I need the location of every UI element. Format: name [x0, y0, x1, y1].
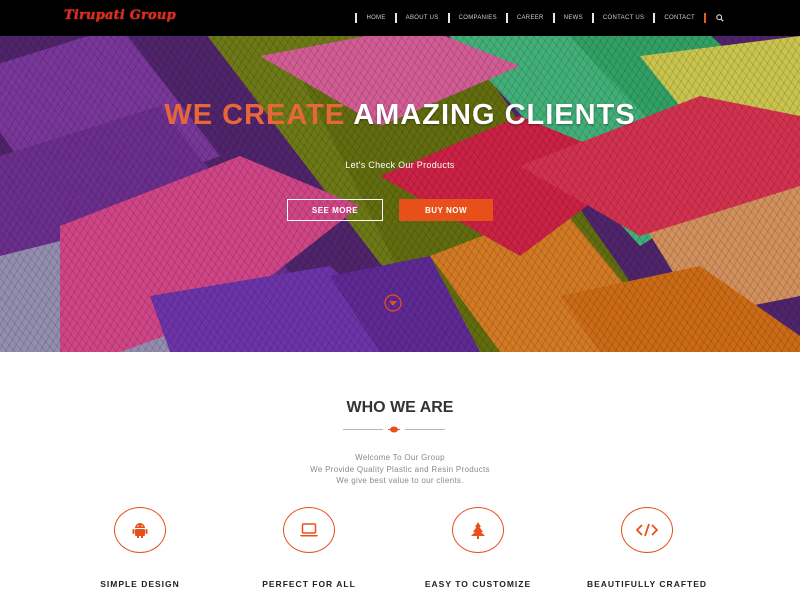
feature-icon-circle [452, 507, 504, 553]
nav-item-contact[interactable]: CONTACT [655, 15, 704, 21]
welcome-text: Welcome To Our Group We Provide Quality … [0, 452, 800, 487]
feature-label: PERFECT FOR ALL [262, 579, 356, 589]
divider-dot-icon [388, 426, 400, 433]
android-icon [132, 523, 148, 538]
welcome-line: We give best value to our clients. [336, 476, 464, 485]
feature-icon-circle [114, 507, 166, 553]
nav-separator-accent [704, 13, 706, 23]
buy-now-button[interactable]: BUY NOW [399, 199, 493, 221]
hero-banner: WE CREATE AMAZING CLIENTS Let's Check Ou… [0, 36, 800, 352]
feature-beautifully-crafted[interactable]: BEAUTIFULLY CRAFTED [567, 507, 727, 589]
feature-label: BEAUTIFULLY CRAFTED [586, 579, 708, 589]
feature-icon-circle [283, 507, 335, 553]
hero-title-accent: WE CREATE [164, 99, 346, 131]
top-navbar: Tirupati Group HOME ABOUT US COMPANIES C… [0, 0, 800, 36]
nav-item-contact-us[interactable]: CONTACT US [594, 15, 653, 21]
feature-label: EASY TO CUSTOMIZE [424, 579, 532, 589]
brand-logo[interactable]: Tirupati Group [64, 8, 176, 23]
nav-item-news[interactable]: NEWS [555, 15, 592, 21]
laptop-icon [300, 523, 318, 537]
feature-label: SIMPLE DESIGN [100, 579, 180, 589]
feature-icon-circle [621, 507, 673, 553]
nav-item-home[interactable]: HOME [357, 15, 394, 21]
nav-item-companies[interactable]: COMPANIES [450, 15, 506, 21]
code-icon [636, 523, 658, 537]
nav-item-about-us[interactable]: ABOUT US [397, 15, 448, 21]
welcome-line: Welcome To Our Group [355, 453, 445, 462]
divider-line-right [405, 429, 445, 430]
section-divider [343, 426, 445, 433]
nav-menu: HOME ABOUT US COMPANIES CAREER NEWS CONT… [355, 0, 728, 36]
welcome-line: We Provide Quality Plastic and Resin Pro… [310, 464, 490, 474]
chevron-down-icon[interactable] [383, 293, 403, 313]
see-more-button[interactable]: SEE MORE [287, 199, 383, 221]
feature-simple-design[interactable]: SIMPLE DESIGN [60, 507, 220, 589]
section-title: WHO WE ARE [346, 399, 454, 416]
hero-subtitle: Let's Check Our Products [345, 160, 455, 170]
hero-title: WE CREATE AMAZING CLIENTS [0, 99, 800, 132]
tree-icon [471, 522, 485, 539]
hero-title-rest: AMAZING CLIENTS [353, 99, 636, 131]
divider-line-left [343, 429, 383, 430]
feature-perfect-for-all[interactable]: PERFECT FOR ALL [229, 507, 389, 589]
search-icon[interactable] [712, 10, 728, 26]
nav-item-career[interactable]: CAREER [508, 15, 553, 21]
feature-easy-to-customize[interactable]: EASY TO CUSTOMIZE [398, 507, 558, 589]
